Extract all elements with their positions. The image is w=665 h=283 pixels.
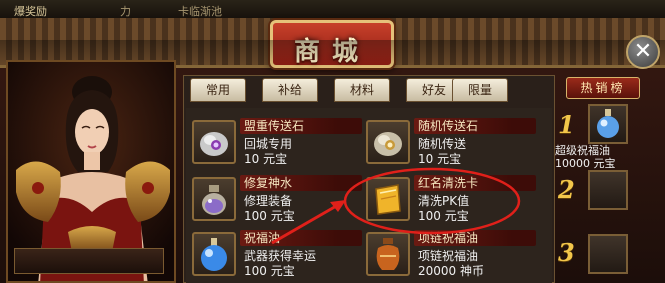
shop-window: 爆奖励 力 卡临渐池 商城 ✕ [0, 0, 665, 283]
close-button[interactable]: ✕ [626, 35, 660, 69]
oil-icon [597, 109, 619, 138]
hot-item-slot-1[interactable] [588, 104, 628, 144]
item-slot [192, 120, 236, 164]
item-name: 盟重传送石 [244, 119, 305, 133]
item-name: 修复神水 [244, 176, 293, 190]
tab-label: 材料 [349, 83, 374, 97]
item-slot [366, 120, 410, 164]
tab-supplies[interactable]: 补给 [262, 78, 318, 102]
tab-label: 好友 [421, 83, 446, 97]
rank-3-label: 3 [558, 238, 575, 267]
card-icon [375, 184, 401, 215]
top-strip-text-mid: 力 [120, 5, 131, 18]
tab-label: 限量 [467, 83, 492, 97]
hot-list-title: 热销榜 [566, 77, 640, 99]
oil-icon [201, 238, 227, 271]
item-price: 10 元宝 [418, 152, 462, 166]
shop-item[interactable]: 红名清洗卡 清洗PK值 100 元宝 [364, 173, 536, 225]
shop-item[interactable]: 随机传送石 随机传送 10 元宝 [364, 116, 536, 168]
hot-item-slot-3[interactable] [588, 234, 628, 274]
tab-label: 补给 [277, 83, 302, 97]
close-icon: ✕ [633, 39, 653, 64]
top-strip-text-right: 卡临渐池 [178, 5, 222, 18]
urn-icon [376, 238, 400, 270]
item-name: 项链祝福油 [418, 231, 479, 245]
item-grid: 盟重传送石 回城专用 10 元宝 随机传送石 随机传送 10 元宝 修复神水 修… [186, 108, 552, 283]
rank-1-label: 1 [558, 110, 575, 139]
item-price: 100 元宝 [244, 209, 295, 223]
tab-label: 常用 [205, 83, 230, 97]
potion-icon [202, 185, 226, 215]
item-price: 10 元宝 [244, 152, 288, 166]
hot-item-slot-2[interactable] [588, 170, 628, 210]
item-slot [366, 177, 410, 221]
item-slot [366, 232, 410, 276]
shop-item[interactable]: 修复神水 修理装备 100 元宝 [190, 173, 362, 225]
item-name: 红名清洗卡 [418, 176, 479, 190]
item-price: 100 元宝 [418, 209, 469, 223]
stone-icon [374, 132, 402, 156]
top-strip-text-left: 爆奖励 [14, 5, 47, 18]
hot-item-price: 10000 元宝 [555, 157, 616, 170]
tab-materials[interactable]: 材料 [334, 78, 390, 102]
item-name: 祝福油 [244, 231, 281, 245]
rank-2-label: 2 [558, 175, 575, 204]
item-slot [192, 177, 236, 221]
shop-item[interactable]: 祝福油 武器获得幸运 100 元宝 [190, 228, 362, 280]
stone-icon [200, 132, 228, 156]
item-price: 20000 神币 [418, 264, 484, 278]
item-slot [192, 232, 236, 276]
tab-limited[interactable]: 限量 [452, 78, 508, 102]
tab-common[interactable]: 常用 [190, 78, 246, 102]
item-price: 100 元宝 [244, 264, 295, 278]
shop-item[interactable]: 项链祝福油 项链祝福油 20000 神币 [364, 228, 536, 280]
item-name: 随机传送石 [418, 119, 479, 133]
shop-item[interactable]: 盟重传送石 回城专用 10 元宝 [190, 116, 362, 168]
portrait-nameplate [14, 248, 164, 274]
